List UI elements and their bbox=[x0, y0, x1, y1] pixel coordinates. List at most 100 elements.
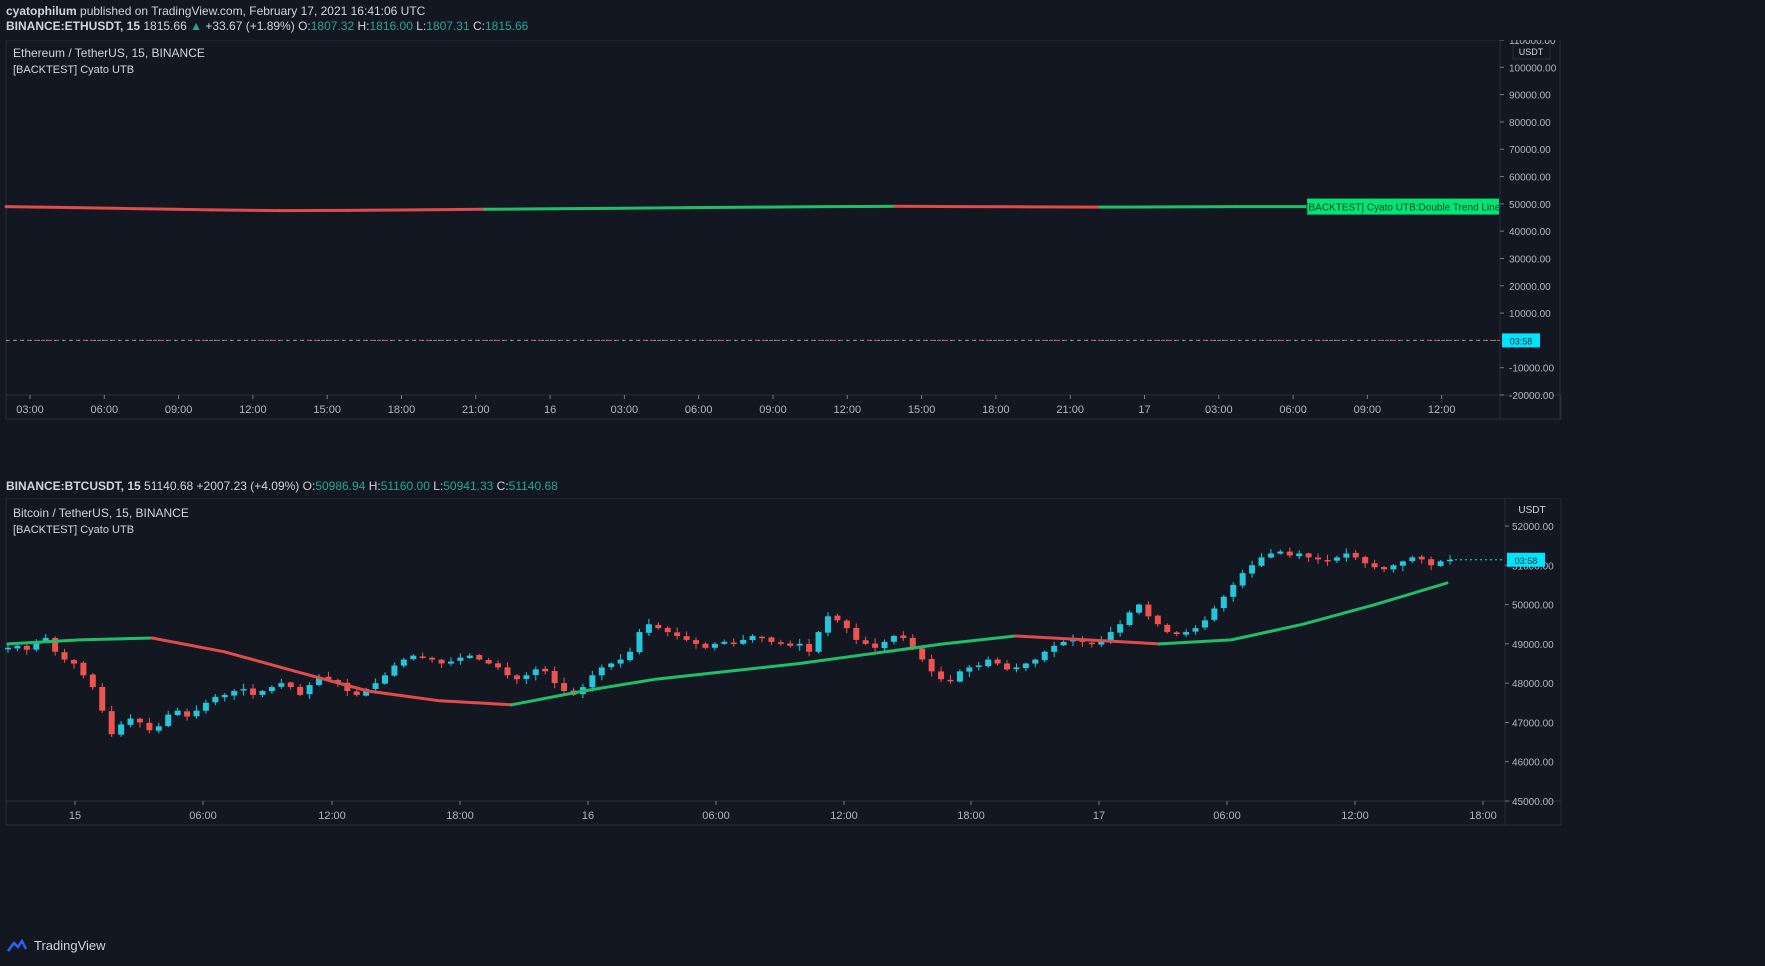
candle-body bbox=[89, 674, 96, 688]
y-tick-label: 50000.00 bbox=[1509, 200, 1551, 211]
x-tick-label: 18:00 bbox=[388, 404, 416, 416]
trend-line-segment bbox=[551, 206, 623, 211]
x-tick-label: 16 bbox=[582, 810, 594, 822]
candle-body bbox=[589, 675, 596, 688]
candle-body bbox=[381, 675, 388, 684]
x-tick-label: 12:00 bbox=[239, 404, 267, 416]
candle-body bbox=[627, 651, 634, 661]
btc-change: +2007.23 (+4.09%) bbox=[196, 479, 300, 493]
candle-body bbox=[1305, 553, 1312, 558]
candle-body bbox=[749, 636, 756, 641]
candle-body bbox=[956, 671, 963, 682]
trend-line-segment bbox=[483, 207, 555, 211]
x-tick-label: 06:00 bbox=[702, 810, 730, 822]
candle-body bbox=[561, 683, 568, 691]
x-tick-label: 09:00 bbox=[165, 404, 193, 416]
author-name[interactable]: cyatophilum bbox=[6, 4, 77, 18]
candle-body bbox=[259, 691, 266, 695]
candle-body bbox=[1277, 551, 1284, 554]
candle-body bbox=[1220, 596, 1227, 609]
candle-body bbox=[495, 663, 502, 668]
x-tick-label: 17 bbox=[1138, 404, 1150, 416]
candle-body bbox=[1154, 615, 1161, 625]
unit-label: USDT bbox=[1519, 47, 1544, 57]
candle-body bbox=[796, 643, 803, 646]
candle-body bbox=[127, 718, 134, 725]
trend-line-segment bbox=[72, 206, 145, 211]
candle-body bbox=[777, 642, 784, 644]
btc-high: 51160.00 bbox=[380, 479, 430, 493]
candle-body bbox=[1088, 642, 1095, 645]
btc-chart[interactable]: Bitcoin / TetherUS, 15, BINANCE [BACKTEST… bbox=[0, 498, 1765, 938]
eth-change: +33.67 (+1.89%) bbox=[205, 19, 295, 33]
x-tick-label: 12:00 bbox=[1341, 810, 1369, 822]
candle-body bbox=[1249, 565, 1256, 574]
y-tick-label: 30000.00 bbox=[1509, 254, 1551, 265]
candle-body bbox=[664, 627, 671, 633]
candle-body bbox=[994, 659, 1001, 664]
candle-body bbox=[1352, 552, 1359, 558]
low-label: L: bbox=[416, 19, 427, 33]
candle-body bbox=[1201, 620, 1208, 628]
close-label: C: bbox=[496, 479, 509, 493]
x-tick-label: 18:00 bbox=[957, 810, 985, 822]
eth-symbol[interactable]: BINANCE:ETHUSDT, 15 bbox=[6, 19, 140, 33]
x-tick-label: 06:00 bbox=[1279, 404, 1307, 416]
candle-body bbox=[1013, 667, 1020, 670]
open-label: O: bbox=[298, 19, 311, 33]
candle-body bbox=[287, 682, 294, 688]
candle-body bbox=[504, 667, 511, 676]
trend-line-segment bbox=[1013, 634, 1161, 646]
high-label: H: bbox=[368, 479, 381, 493]
trend-line-segment bbox=[141, 207, 213, 212]
candle-body bbox=[240, 689, 247, 691]
candle-body bbox=[184, 711, 191, 717]
candle-body bbox=[655, 624, 662, 629]
btc-last: 51140.68 bbox=[144, 479, 194, 493]
x-tick-label: 09:00 bbox=[1354, 404, 1382, 416]
candle-body bbox=[645, 624, 652, 633]
y-tick-label: 52000.00 bbox=[1512, 522, 1554, 533]
candle-body bbox=[146, 722, 153, 731]
btc-symbol[interactable]: BINANCE:BTCUSDT, 15 bbox=[6, 479, 141, 493]
candle-body bbox=[598, 667, 605, 676]
candle-body bbox=[174, 710, 181, 716]
trend-line-segment bbox=[6, 636, 154, 646]
x-tick-label: 18:00 bbox=[982, 404, 1010, 416]
candle-body bbox=[1362, 556, 1369, 564]
candle-body bbox=[683, 636, 690, 640]
trend-line-segment bbox=[756, 205, 828, 209]
candle-body bbox=[155, 726, 162, 731]
candle-body bbox=[513, 675, 520, 680]
candle-body bbox=[758, 636, 765, 639]
candle-body bbox=[447, 661, 454, 664]
candle-body bbox=[1145, 604, 1152, 617]
eth-low: 1807.31 bbox=[426, 19, 470, 33]
candle-body bbox=[278, 683, 285, 687]
candle-body bbox=[721, 641, 728, 644]
plot-area bbox=[5, 498, 1562, 802]
x-tick-label: 03:00 bbox=[1205, 404, 1233, 416]
y-tick-label: 45000.00 bbox=[1512, 797, 1554, 808]
candle-body bbox=[843, 620, 850, 629]
y-tick-label: 20000.00 bbox=[1509, 282, 1551, 293]
plot-area bbox=[5, 40, 1501, 396]
candle-body bbox=[391, 665, 398, 676]
y-tick-label: 10000.00 bbox=[1509, 309, 1551, 320]
candle-body bbox=[5, 647, 11, 650]
candle-body bbox=[1032, 659, 1039, 664]
candle-body bbox=[551, 671, 558, 684]
x-tick-label: 12:00 bbox=[1428, 404, 1456, 416]
y-tick-label: 70000.00 bbox=[1509, 145, 1551, 156]
candle-body bbox=[70, 660, 77, 664]
candle-body bbox=[1173, 632, 1180, 635]
candle-body bbox=[853, 627, 860, 640]
eth-chart[interactable]: Ethereum / TetherUS, 15, BINANCE [BACKTES… bbox=[0, 40, 1765, 480]
brand-name[interactable]: TradingView bbox=[34, 938, 106, 953]
candle-body bbox=[975, 665, 982, 667]
x-tick-label: 06:00 bbox=[1213, 810, 1241, 822]
y-tick-label: 100000.00 bbox=[1509, 63, 1557, 74]
candle-body bbox=[1022, 663, 1029, 669]
candle-body bbox=[872, 643, 879, 648]
x-tick-label: 18:00 bbox=[446, 810, 474, 822]
